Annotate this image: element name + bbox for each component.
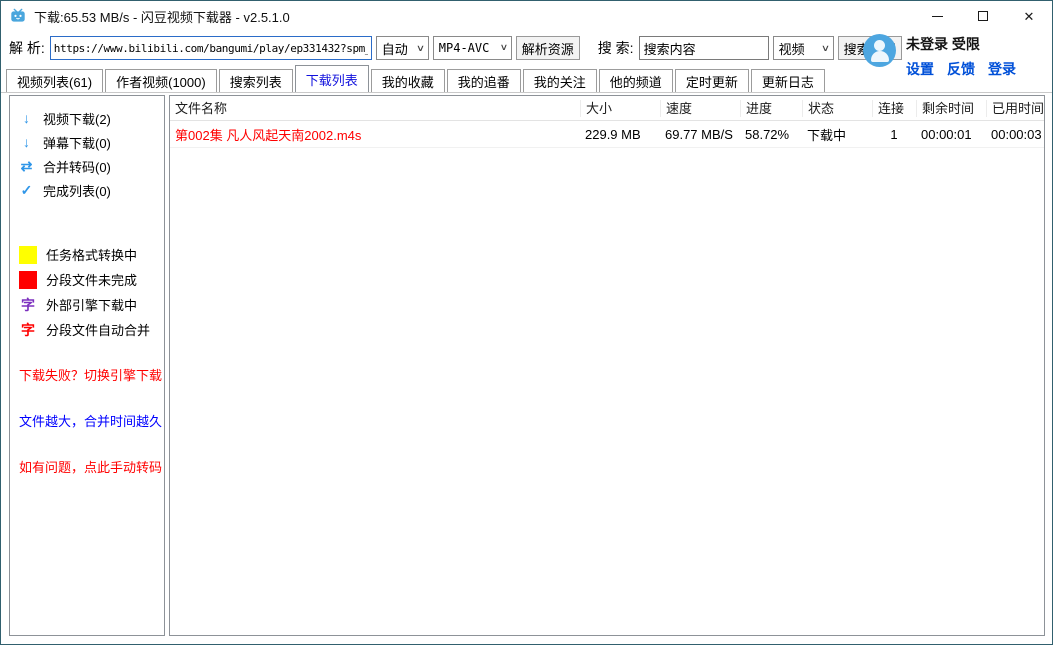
column-header-elapsed[interactable]: 已用时间 (986, 100, 1044, 117)
titlebar: 下载:65.53 MB/s - 闪豆视频下载器 - v2.5.1.0 ✕ (1, 1, 1052, 31)
sidebar-item-video-download[interactable]: ↓ 视频下载(2) (10, 106, 164, 130)
sidebar-item-completed-list[interactable]: ✓ 完成列表(0) (10, 178, 164, 202)
transcode-icon: ⇄ (19, 158, 34, 175)
note-merge-time: 文件越大，合并时间越久 (19, 411, 164, 430)
legend-label: 分段文件自动合并 (46, 320, 150, 339)
legend-label: 分段文件未完成 (46, 270, 137, 289)
legend-item-auto-merge: 字 分段文件自动合并 (19, 320, 164, 339)
mode-select[interactable]: 自动 ∨ (376, 36, 429, 60)
tab-my-follows[interactable]: 我的关注 (523, 69, 597, 92)
window-controls: ✕ (914, 1, 1052, 31)
login-link[interactable]: 登录 (988, 59, 1016, 79)
maximize-icon (978, 11, 988, 21)
cell-elapsed: 00:00:03 (986, 127, 1044, 142)
mode-select-value: 自动 (382, 39, 408, 58)
sidebar-notes: 下载失败？切换引擎下载 文件越大，合并时间越久 如有问题，点此手动转码 (19, 365, 164, 476)
chevron-down-icon: ∨ (812, 43, 830, 54)
download-table: 文件名称 大小 速度 进度 状态 连接 剩余时间 已用时间 第002集 凡人风起… (169, 95, 1045, 636)
sidebar-item-label: 合并转码(0) (43, 157, 111, 176)
yellow-swatch-icon (19, 246, 37, 264)
column-header-progress[interactable]: 进度 (740, 100, 802, 117)
url-input[interactable] (50, 36, 372, 60)
account-links: 设置 反馈 登录 (906, 59, 1016, 79)
search-type-value: 视频 (779, 39, 805, 58)
red-char-icon: 字 (19, 320, 37, 340)
user-avatar[interactable] (863, 34, 896, 67)
legend-item-external-engine: 字 外部引擎下载中 (19, 295, 164, 314)
minimize-icon (932, 16, 943, 17)
maximize-button[interactable] (960, 1, 1006, 31)
account-area: 未登录 受限 设置 反馈 登录 (863, 34, 1016, 79)
sidebar: ↓ 视频下载(2) ↓ 弹幕下载(0) ⇄ 合并转码(0) ✓ 完成列表(0) … (9, 95, 165, 636)
user-icon (874, 40, 885, 51)
download-icon: ↓ (19, 134, 34, 150)
cell-remaining: 00:00:01 (916, 127, 986, 142)
tab-his-channel[interactable]: 他的频道 (599, 69, 673, 92)
parse-resource-button[interactable]: 解析资源 (516, 36, 580, 60)
cell-status: 下载中 (802, 125, 872, 144)
legend-item-segment-incomplete: 分段文件未完成 (19, 270, 164, 289)
sidebar-item-label: 视频下载(2) (43, 109, 111, 128)
parse-label: 解 析: (9, 38, 45, 58)
cell-size: 229.9 MB (580, 127, 660, 142)
search-input[interactable] (639, 36, 769, 60)
table-header: 文件名称 大小 速度 进度 状态 连接 剩余时间 已用时间 (170, 96, 1044, 121)
legend-label: 任务格式转换中 (46, 245, 137, 264)
search-label: 搜 索: (598, 38, 634, 58)
minimize-button[interactable] (914, 1, 960, 31)
legend-item-transcoding: 任务格式转换中 (19, 245, 164, 264)
cell-speed: 69.77 MB/S (660, 127, 740, 142)
column-header-size[interactable]: 大小 (580, 100, 660, 117)
cell-connections: 1 (872, 127, 916, 142)
search-type-select[interactable]: 视频 ∨ (773, 36, 834, 60)
column-header-status[interactable]: 状态 (802, 100, 872, 117)
close-button[interactable]: ✕ (1006, 1, 1052, 31)
tab-search-list[interactable]: 搜索列表 (219, 69, 293, 92)
cell-filename: 第002集 凡人风起天南2002.m4s (170, 125, 580, 144)
column-header-connections[interactable]: 连接 (872, 100, 916, 117)
red-swatch-icon (19, 271, 37, 289)
download-icon: ↓ (19, 110, 34, 126)
tab-scheduled-update[interactable]: 定时更新 (675, 69, 749, 92)
tab-update-log[interactable]: 更新日志 (751, 69, 825, 92)
login-status: 未登录 受限 (906, 34, 1016, 54)
window-title: 下载:65.53 MB/s - 闪豆视频下载器 - v2.5.1.0 (34, 7, 290, 26)
format-select[interactable]: MP4-AVC ∨ (433, 36, 512, 60)
format-select-value: MP4-AVC (439, 41, 490, 55)
close-icon: ✕ (1024, 10, 1035, 23)
note-switch-engine: 下载失败？切换引擎下载 (19, 365, 164, 384)
tab-video-list[interactable]: 视频列表(61) (6, 69, 103, 92)
table-row[interactable]: 第002集 凡人风起天南2002.m4s 229.9 MB 69.77 MB/S… (170, 121, 1044, 148)
cell-progress: 58.72% (740, 127, 802, 142)
app-window: 下载:65.53 MB/s - 闪豆视频下载器 - v2.5.1.0 ✕ 解 析… (0, 0, 1053, 645)
sidebar-item-danmaku-download[interactable]: ↓ 弹幕下载(0) (10, 130, 164, 154)
app-icon (10, 8, 26, 24)
content-area: ↓ 视频下载(2) ↓ 弹幕下载(0) ⇄ 合并转码(0) ✓ 完成列表(0) … (1, 93, 1052, 644)
tab-author-videos[interactable]: 作者视频(1000) (105, 69, 217, 92)
tab-my-favorites[interactable]: 我的收藏 (371, 69, 445, 92)
check-icon: ✓ (19, 182, 34, 199)
note-manual-transcode-link[interactable]: 如有问题，点此手动转码 (19, 457, 164, 476)
column-header-speed[interactable]: 速度 (660, 100, 740, 117)
tab-download-list[interactable]: 下载列表 (295, 65, 369, 92)
status-legend: 任务格式转换中 分段文件未完成 字 外部引擎下载中 字 分段文件自动合并 (10, 245, 164, 339)
column-header-remaining[interactable]: 剩余时间 (916, 100, 986, 117)
legend-label: 外部引擎下载中 (46, 295, 137, 314)
feedback-link[interactable]: 反馈 (947, 59, 975, 79)
sidebar-item-merge-transcode[interactable]: ⇄ 合并转码(0) (10, 154, 164, 178)
settings-link[interactable]: 设置 (906, 59, 934, 79)
sidebar-item-label: 弹幕下载(0) (43, 133, 111, 152)
tab-my-bangumi[interactable]: 我的追番 (447, 69, 521, 92)
column-header-filename[interactable]: 文件名称 (170, 100, 580, 117)
chevron-down-icon: ∨ (492, 43, 508, 53)
chevron-down-icon: ∨ (408, 43, 426, 54)
purple-char-icon: 字 (19, 295, 37, 315)
sidebar-item-label: 完成列表(0) (43, 181, 111, 200)
